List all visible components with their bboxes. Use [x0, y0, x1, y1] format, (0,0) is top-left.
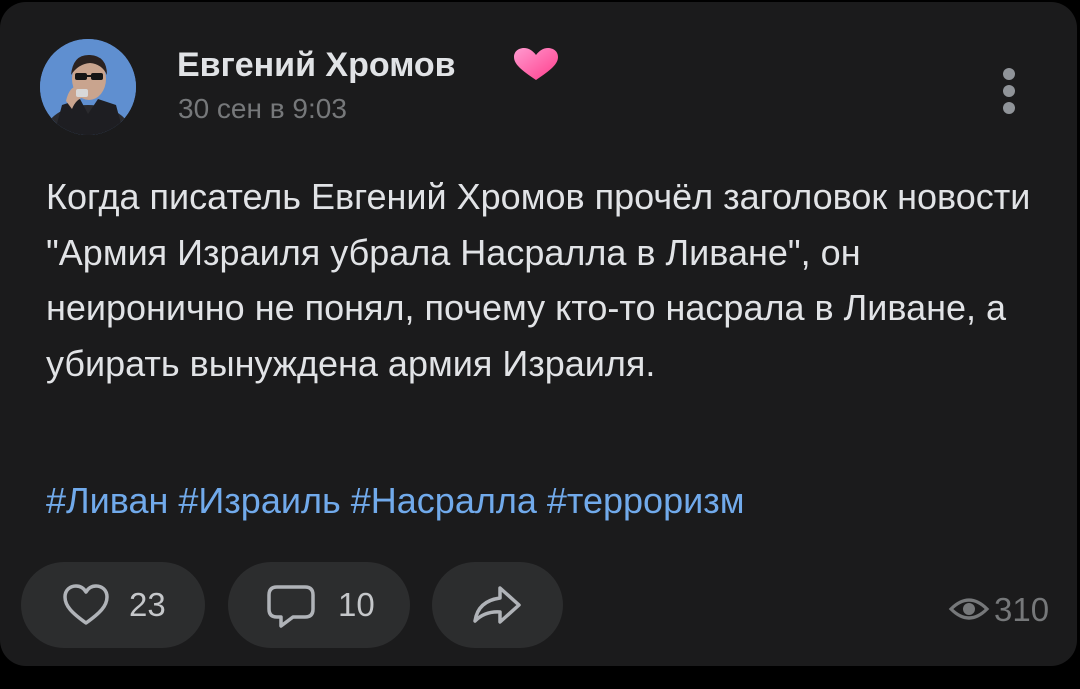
share-arrow-icon [473, 586, 521, 624]
hashtag-link[interactable]: #терроризм [547, 480, 745, 521]
dot [1003, 102, 1015, 114]
dot [1003, 68, 1015, 80]
heart-outline-icon [63, 584, 109, 625]
comment-count: 10 [338, 586, 375, 623]
author-avatar[interactable] [40, 39, 136, 135]
like-button[interactable]: 23 [21, 562, 205, 648]
like-count: 23 [129, 586, 166, 623]
more-options-button[interactable] [996, 64, 1022, 118]
author-name[interactable]: Евгений Хромов [177, 43, 456, 87]
post-card: Евгений Хромов 30 сен в 9:03 Когда писат… [0, 2, 1077, 666]
avatar-photo-icon [40, 39, 136, 135]
post-text: Когда писатель Евгений Хромов прочёл заг… [46, 176, 1031, 384]
share-button[interactable] [432, 562, 563, 648]
hashtag-link[interactable]: #Ливан [46, 480, 168, 521]
hashtag-list: #Ливан #Израиль #Насралла #терроризм [46, 476, 744, 526]
hashtag-link[interactable]: #Израиль [178, 480, 340, 521]
eye-icon [948, 598, 990, 620]
pink-heart-icon [514, 48, 558, 80]
views-count: 310 [994, 591, 1050, 628]
comment-button[interactable]: 10 [228, 562, 410, 648]
post-date[interactable]: 30 сен в 9:03 [178, 91, 347, 127]
hashtag-link[interactable]: #Насралла [351, 480, 537, 521]
comment-bubble-icon [267, 585, 315, 628]
dot [1003, 85, 1015, 97]
